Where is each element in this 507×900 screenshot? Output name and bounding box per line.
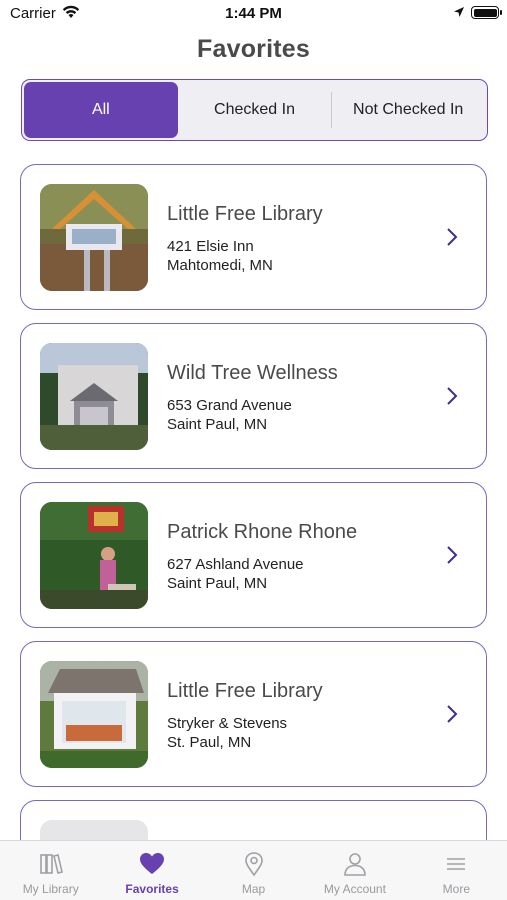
- person-icon: [344, 853, 366, 876]
- status-bar: Carrier 1:44 PM: [0, 0, 507, 28]
- favorite-card[interactable]: Patrick Rhone Rhone 627 Ashland Avenue S…: [20, 482, 487, 628]
- library-address: Stryker & Stevens: [167, 715, 288, 732]
- tab-label: Favorites: [125, 882, 179, 896]
- segment-all[interactable]: All: [24, 82, 178, 138]
- library-photo: [40, 661, 148, 768]
- clock: 1:44 PM: [225, 5, 282, 22]
- tab-my-library[interactable]: My Library: [0, 841, 101, 900]
- library-name: Patrick Rhone Rhone: [167, 521, 358, 543]
- library-address: 627 Ashland Avenue: [167, 556, 304, 573]
- library-city: Saint Paul, MN: [167, 575, 268, 592]
- battery-icon: [471, 6, 502, 19]
- tab-favorites[interactable]: Favorites: [101, 841, 202, 900]
- tab-label: My Library: [22, 882, 79, 896]
- books-icon: [39, 854, 63, 874]
- heart-icon: [140, 853, 165, 874]
- map-pin-icon: [244, 852, 263, 877]
- segment-checked-in[interactable]: Checked In: [178, 82, 332, 138]
- chevron-right-icon: [447, 228, 458, 246]
- library-name: Little Free Library: [167, 680, 323, 702]
- location-arrow-icon: [454, 7, 464, 17]
- library-photo: [40, 502, 148, 609]
- library-city: Saint Paul, MN: [167, 416, 268, 433]
- favorite-card[interactable]: Wild Tree Wellness 653 Grand Avenue Sain…: [20, 323, 487, 469]
- library-name: Wild Tree Wellness: [167, 362, 338, 384]
- page-title: Favorites: [197, 35, 310, 63]
- menu-icon: [447, 858, 466, 870]
- tab-more[interactable]: More: [406, 841, 507, 900]
- library-photo: [40, 343, 148, 450]
- tab-label: Map: [241, 882, 266, 896]
- favorite-card[interactable]: Little Free Library Stryker & Stevens St…: [20, 641, 487, 787]
- library-city: St. Paul, MN: [167, 734, 252, 751]
- segment-not-checked-in[interactable]: Not Checked In: [331, 82, 485, 138]
- library-address: 421 Elsie Inn: [167, 238, 254, 255]
- tab-map[interactable]: Map: [203, 841, 304, 900]
- chevron-right-icon: [447, 705, 458, 723]
- library-city: Mahtomedi, MN: [167, 257, 273, 274]
- library-address: 653 Grand Avenue: [167, 397, 292, 414]
- tab-label: My Account: [323, 882, 386, 896]
- chevron-right-icon: [447, 546, 458, 564]
- library-name: Little Free Library: [167, 203, 323, 225]
- tab-my-account[interactable]: My Account: [304, 841, 405, 900]
- library-photo: [40, 184, 148, 291]
- tab-label: More: [442, 882, 470, 896]
- tab-bar: My Library Favorites Map My Account More: [0, 840, 507, 900]
- favorite-card[interactable]: Little Free Library 421 Elsie Inn Mahtom…: [20, 164, 487, 310]
- chevron-right-icon: [447, 387, 458, 405]
- filter-segmented-control: All Checked In Not Checked In: [21, 79, 488, 141]
